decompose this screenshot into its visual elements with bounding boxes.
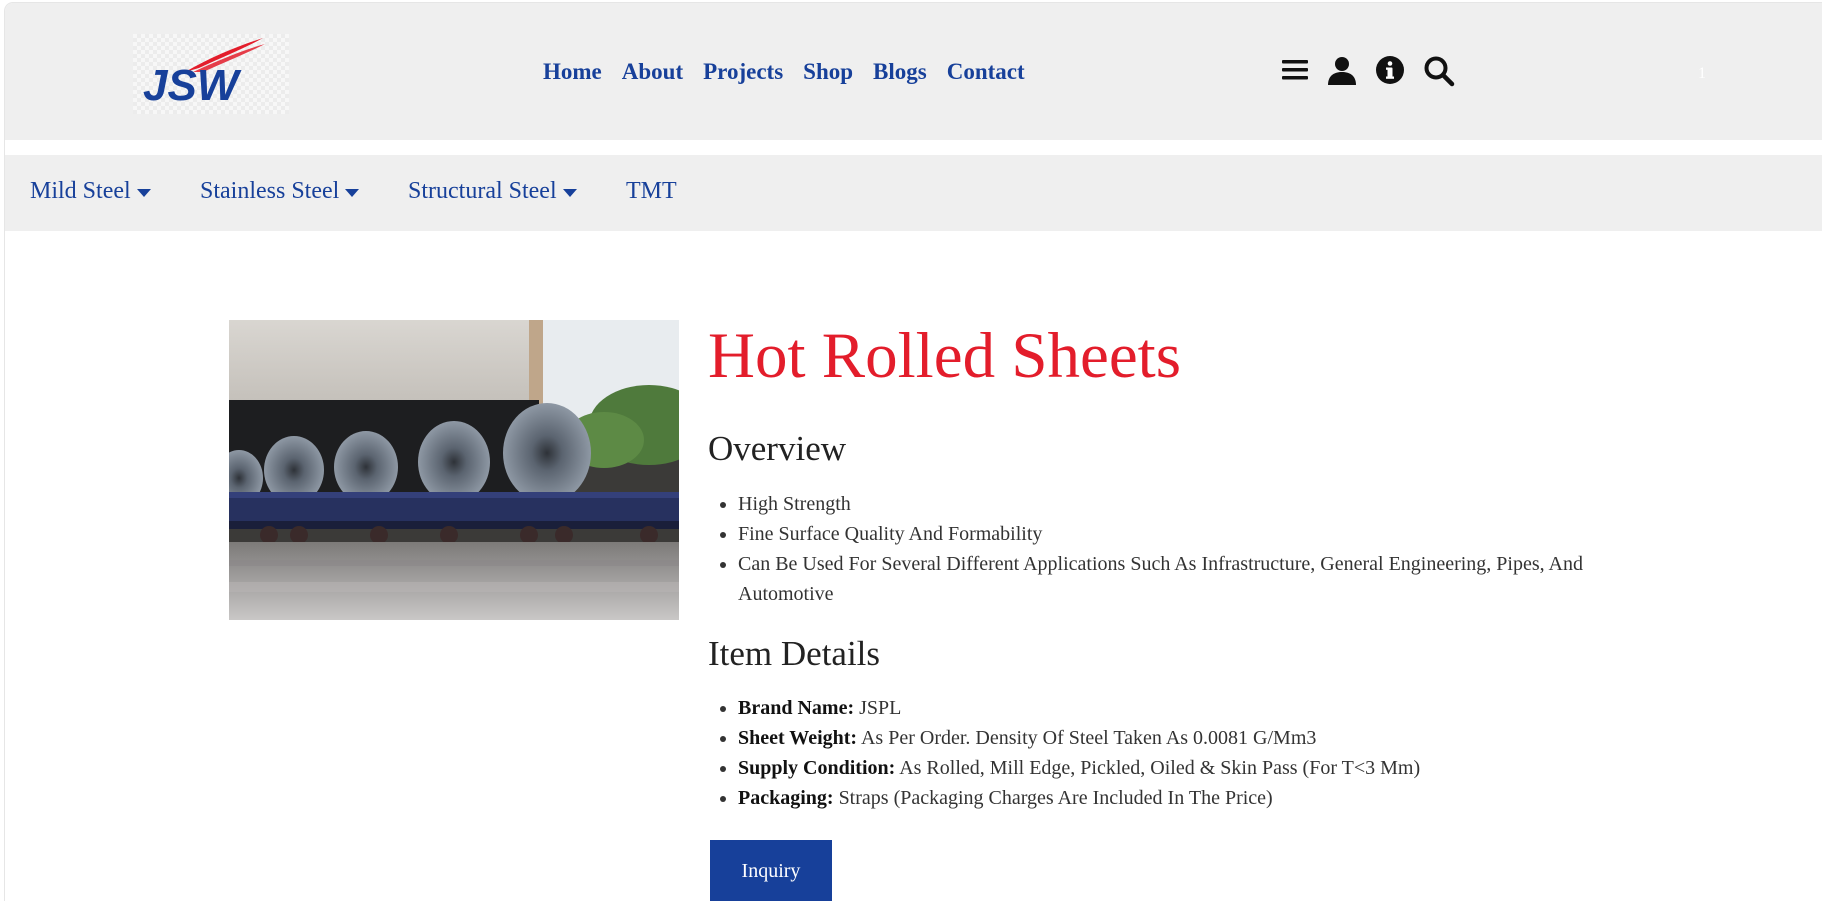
detail-value: As Per Order. Density Of Steel Taken As … xyxy=(860,727,1317,749)
nav-shop[interactable]: Shop xyxy=(803,59,853,85)
cart-count: 1 xyxy=(1698,65,1706,82)
list-item: Supply Condition: As Rolled, Mill Edge, … xyxy=(738,753,1618,783)
nav-projects[interactable]: Projects xyxy=(703,59,783,85)
list-item: High Strength xyxy=(738,489,1618,519)
category-tmt[interactable]: TMT xyxy=(626,178,677,205)
nav-contact[interactable]: Contact xyxy=(947,59,1025,85)
category-label: Stainless Steel xyxy=(200,178,340,204)
detail-label: Sheet Weight: xyxy=(738,727,858,749)
page-frame: JSW Home About Projects Shop Blogs Conta… xyxy=(5,3,1822,901)
detail-label: Supply Condition: xyxy=(738,757,896,779)
header-divider xyxy=(5,140,1822,155)
product-title: Hot Rolled Sheets xyxy=(708,320,1182,392)
info-icon[interactable] xyxy=(1375,55,1409,89)
detail-label: Packaging: xyxy=(738,787,834,809)
item-details-list: Brand Name: JSPL Sheet Weight: As Per Or… xyxy=(708,693,1618,813)
main-nav: Home About Projects Shop Blogs Contact xyxy=(543,59,1025,85)
category-mild-steel[interactable]: Mild Steel xyxy=(30,178,151,205)
item-details-heading: Item Details xyxy=(708,634,881,673)
detail-value: JSPL xyxy=(859,697,902,719)
nav-about[interactable]: About xyxy=(622,59,683,85)
caret-down-icon xyxy=(136,188,151,197)
search-icon[interactable] xyxy=(1423,55,1457,89)
site-header: JSW Home About Projects Shop Blogs Conta… xyxy=(5,3,1822,140)
overview-list: High Strength Fine Surface Quality And F… xyxy=(708,489,1618,609)
detail-label: Brand Name: xyxy=(738,697,855,719)
nav-blogs[interactable]: Blogs xyxy=(873,59,927,85)
detail-value: Straps (Packaging Charges Are Included I… xyxy=(838,787,1273,809)
list-item: Fine Surface Quality And Formability xyxy=(738,519,1618,549)
list-item: Can Be Used For Several Different Applic… xyxy=(738,549,1618,609)
logo-text: JSW xyxy=(143,61,242,110)
category-label: TMT xyxy=(626,178,677,204)
category-stainless-steel[interactable]: Stainless Steel xyxy=(200,178,360,205)
product-image xyxy=(229,320,679,620)
list-item: Sheet Weight: As Per Order. Density Of S… xyxy=(738,723,1618,753)
category-structural-steel[interactable]: Structural Steel xyxy=(408,178,577,205)
list-item: Brand Name: JSPL xyxy=(738,693,1618,723)
category-label: Mild Steel xyxy=(30,178,131,204)
overview-heading: Overview xyxy=(708,429,847,468)
category-nav: Mild Steel Stainless Steel Structural St… xyxy=(5,155,1822,231)
user-icon[interactable] xyxy=(1327,55,1361,89)
nav-home[interactable]: Home xyxy=(543,59,602,85)
caret-down-icon xyxy=(562,188,577,197)
jsw-logo[interactable]: JSW xyxy=(133,34,289,114)
inquiry-button[interactable]: Inquiry xyxy=(710,840,832,901)
caret-down-icon xyxy=(345,188,360,197)
menu-icon[interactable] xyxy=(1280,55,1314,89)
category-label: Structural Steel xyxy=(408,178,557,204)
detail-value: As Rolled, Mill Edge, Pickled, Oiled & S… xyxy=(899,757,1421,779)
list-item: Packaging: Straps (Packaging Charges Are… xyxy=(738,783,1618,813)
logo-graphic: JSW xyxy=(143,38,265,110)
